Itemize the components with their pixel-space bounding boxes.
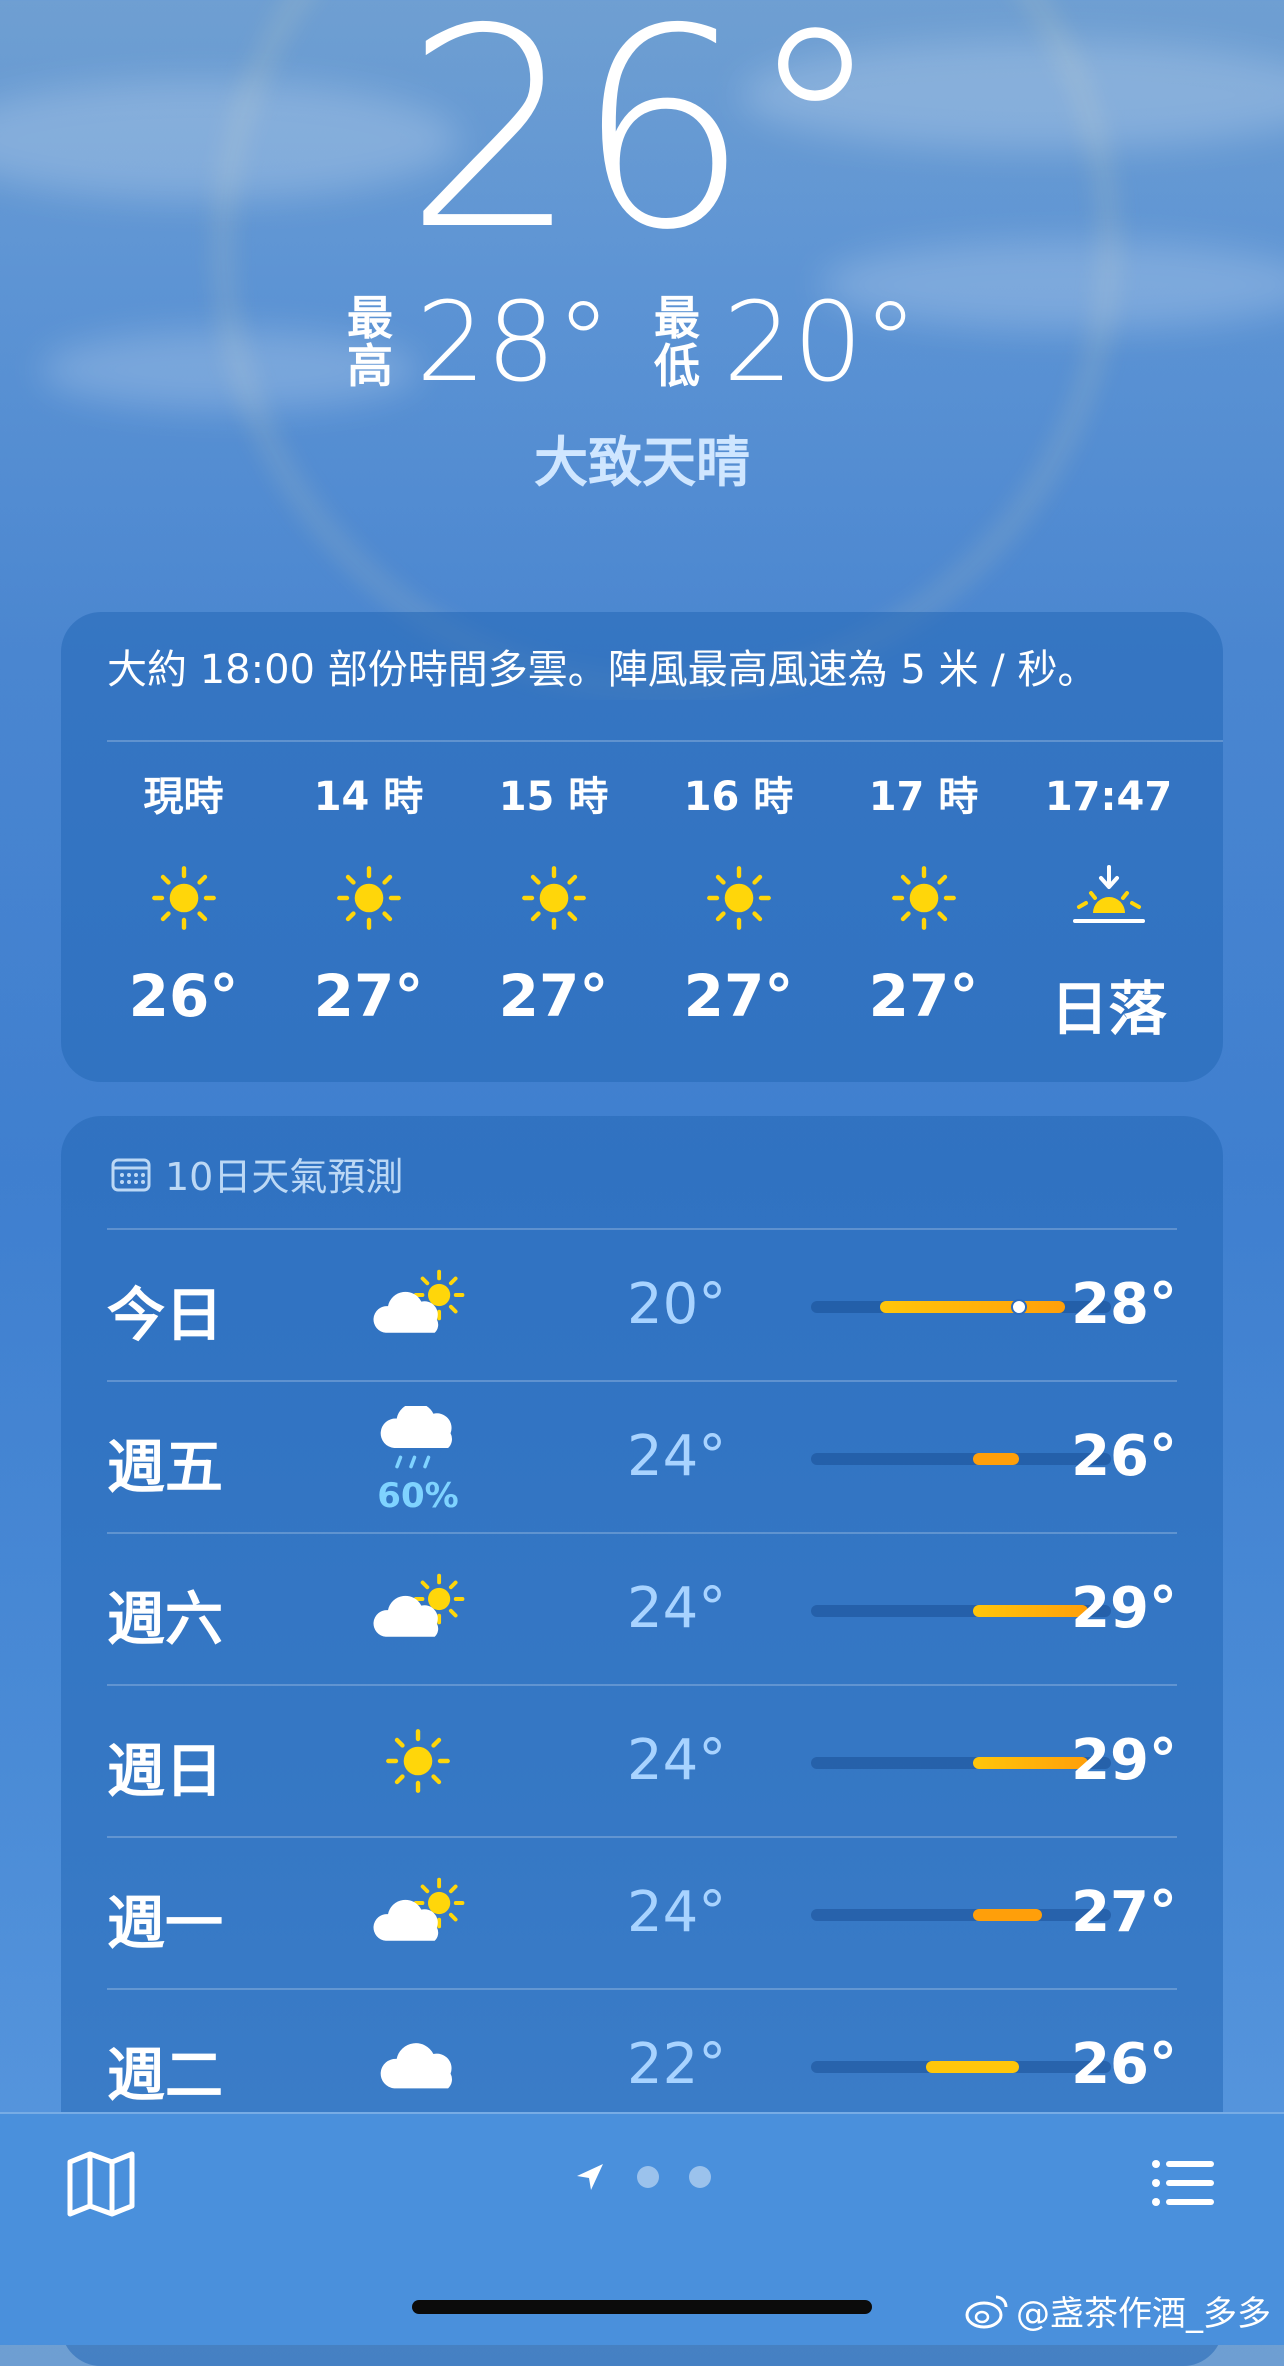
temp-range-bar <box>811 2061 1111 2073</box>
temp-range-bar <box>811 1605 1111 1617</box>
condition-text: 大致天晴 <box>534 431 750 494</box>
page-dot[interactable] <box>637 2166 659 2188</box>
current-temperature: 26° <box>404 0 883 290</box>
sun-icon <box>276 848 461 948</box>
hour-time: 17 時 <box>868 774 979 820</box>
daily-header: 10日天氣預測 <box>111 1146 403 1201</box>
low-temp: 24° <box>627 1728 727 1793</box>
weibo-icon <box>965 2295 1008 2328</box>
temp-range-fill <box>880 1299 1065 1315</box>
precip-chance: 60% <box>377 1476 459 1516</box>
hour-temp: 27° <box>868 962 979 1030</box>
location-arrow-icon <box>577 2164 603 2190</box>
partly-cloudy-icon <box>363 1260 473 1350</box>
temp-range-bar <box>811 1757 1111 1769</box>
low-label: 最低 <box>654 291 700 393</box>
hourly-list[interactable]: 現時 26° 14 時 27° 15 時 27° 16 時 27° 17 時 2… <box>91 772 1211 1046</box>
hourly-forecast-card[interactable]: 大約 18:00 部份時間多雲。陣風最高風速為 5 米 / 秒。 現時 26° … <box>61 612 1223 1082</box>
day-label: 週一 <box>107 1889 224 1957</box>
low-temp: 24° <box>627 1880 727 1945</box>
hour-time: 16 時 <box>683 774 794 820</box>
hour-time: 14 時 <box>313 774 424 820</box>
high-low-row: 最高 28° 最低 20° <box>0 282 1284 402</box>
watermark-text: @盏茶作酒_多多 <box>1016 2294 1271 2334</box>
hour-item: 17 時 27° <box>831 772 1016 1046</box>
temp-range-fill <box>926 2061 1019 2073</box>
day-label: 週二 <box>107 2041 224 2109</box>
day-label: 週六 <box>107 1585 224 1653</box>
sun-icon <box>363 1716 473 1806</box>
list-button[interactable] <box>1148 2148 1218 2218</box>
daily-row[interactable]: 週日 24° 29° <box>107 1684 1177 1836</box>
hour-temp: 日落 <box>1050 975 1167 1043</box>
low-temp: 20° <box>627 1272 727 1337</box>
partly-cloudy-icon <box>363 1564 473 1654</box>
home-indicator[interactable] <box>412 2300 872 2314</box>
divider <box>107 740 1223 742</box>
daily-row[interactable]: 週六 24° 29° <box>107 1532 1177 1684</box>
hour-temp: 27° <box>683 962 794 1030</box>
hour-temp: 27° <box>498 962 609 1030</box>
day-label: 今日 <box>107 1281 224 1349</box>
high-label: 最高 <box>347 291 394 393</box>
day-label: 週五 <box>107 1433 224 1501</box>
watermark: @盏茶作酒_多多 <box>964 2286 1271 2335</box>
hour-time: 15 時 <box>498 774 609 820</box>
high-temp: 26° <box>1071 2032 1177 2097</box>
temp-range-fill <box>972 1909 1042 1921</box>
high-temperature: 28° <box>416 278 611 406</box>
low-temp: 24° <box>627 1576 727 1641</box>
hour-time: 17:47 <box>1044 774 1173 820</box>
rain-cloud-icon <box>363 1396 473 1486</box>
high-temp: 29° <box>1071 1576 1177 1641</box>
daily-row[interactable]: 週一 24° 27° <box>107 1836 1177 1988</box>
hour-temp: 26° <box>128 962 239 1030</box>
high-temp: 28° <box>1071 1272 1177 1337</box>
hour-item: 現時 26° <box>91 772 276 1046</box>
sun-icon <box>461 848 646 948</box>
low-temperature: 20° <box>723 278 918 406</box>
hour-temp: 27° <box>313 962 424 1030</box>
hour-item: 16 時 27° <box>646 772 831 1046</box>
daily-title: 10日天氣預測 <box>165 1155 404 1199</box>
sun-icon <box>646 848 831 948</box>
page-indicator[interactable] <box>0 2160 1284 2194</box>
cloud-icon <box>363 2020 473 2110</box>
page-dot[interactable] <box>689 2166 711 2188</box>
hour-time: 現時 <box>143 774 224 820</box>
hour-item: 14 時 27° <box>276 772 461 1046</box>
day-label: 週日 <box>107 1737 224 1805</box>
low-temp: 22° <box>627 2032 727 2097</box>
low-temp: 24° <box>627 1424 727 1489</box>
hour-item: 15 時 27° <box>461 772 646 1046</box>
list-icon <box>1152 2160 1214 2206</box>
daily-row[interactable]: 今日 20° 28° <box>107 1228 1177 1380</box>
partly-cloudy-icon <box>363 1868 473 1958</box>
temp-range-fill <box>972 1453 1019 1465</box>
daily-row[interactable]: 週五 60% 24° 26° <box>107 1380 1177 1532</box>
calendar-icon <box>111 1158 151 1191</box>
current-temp-dot <box>1010 1299 1027 1315</box>
sun-icon <box>91 848 276 948</box>
high-temp: 29° <box>1071 1728 1177 1793</box>
hour-item: 17:47 日落 <box>1016 772 1201 1046</box>
temp-range-bar <box>811 1453 1111 1465</box>
daily-list[interactable]: 今日 20° 28° 週五 60% 24° 26° 週六 24° 29° 週日 … <box>107 1228 1177 2140</box>
temp-range-bar <box>811 1299 1111 1315</box>
high-temp: 27° <box>1071 1880 1177 1945</box>
temp-range-bar <box>811 1909 1111 1921</box>
sunset-icon <box>1016 848 1201 948</box>
high-temp: 26° <box>1071 1424 1177 1489</box>
hourly-summary: 大約 18:00 部份時間多雲。陣風最高風速為 5 米 / 秒。 <box>107 647 1098 693</box>
sun-icon <box>831 848 1016 948</box>
